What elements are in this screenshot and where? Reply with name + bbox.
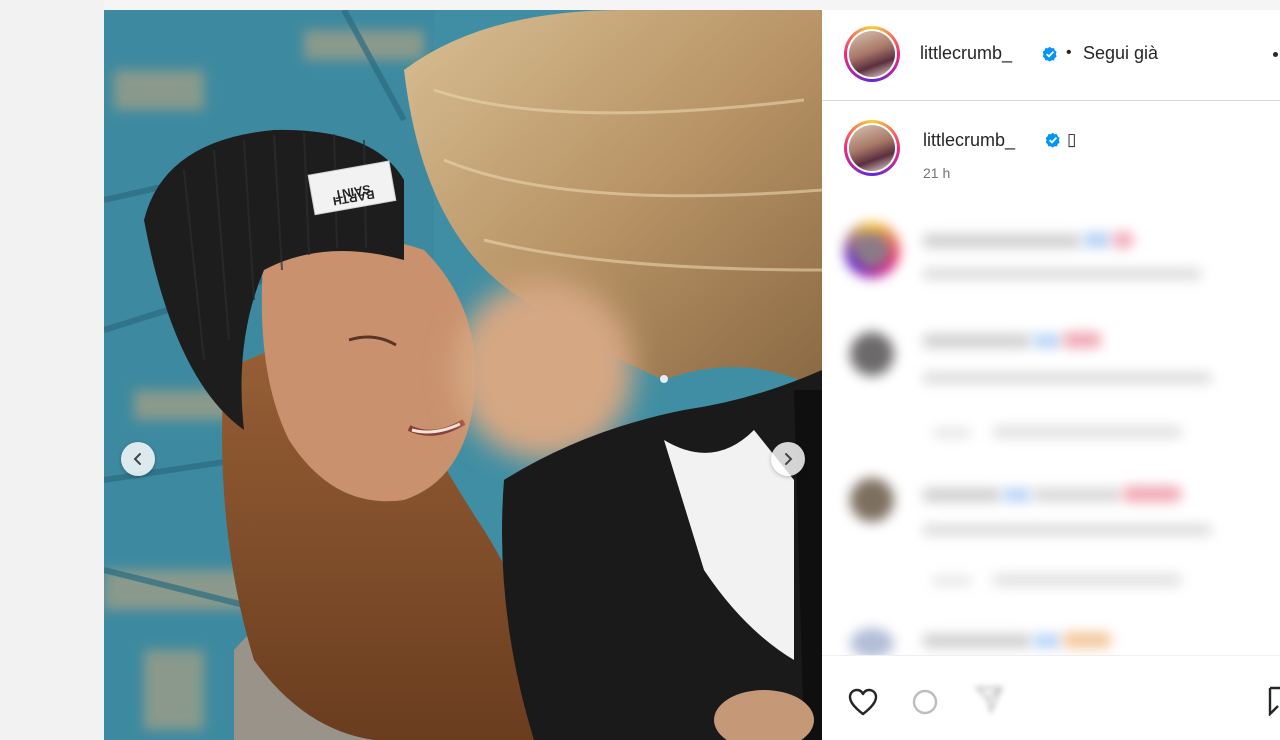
carousel-prev-button[interactable] bbox=[121, 442, 155, 476]
avatar-image bbox=[849, 31, 895, 77]
author-username[interactable]: littlecrumb_ bbox=[920, 43, 1012, 64]
more-options-button[interactable] bbox=[1266, 46, 1280, 66]
caption-avatar[interactable] bbox=[844, 120, 900, 176]
post-actions bbox=[822, 655, 1280, 740]
chevron-right-icon bbox=[785, 453, 793, 465]
post-modal: SAINT BARTH littlecrumb_ • Segui già lit… bbox=[104, 10, 1280, 740]
post-side-panel: littlecrumb_ • Segui già littlecrumb_ ▯ … bbox=[822, 10, 1280, 740]
share-icon[interactable] bbox=[974, 684, 1004, 714]
post-photo: SAINT BARTH bbox=[104, 10, 822, 740]
follow-status-button[interactable]: Segui già bbox=[1083, 43, 1158, 64]
verified-badge-icon bbox=[1045, 132, 1060, 148]
caption-username[interactable]: littlecrumb_ bbox=[923, 130, 1015, 151]
comment-icon[interactable] bbox=[910, 688, 940, 718]
page-backdrop bbox=[0, 0, 104, 740]
bookmark-icon[interactable] bbox=[1268, 686, 1280, 716]
caption-emoji: ▯ bbox=[1067, 130, 1077, 149]
more-options-icon bbox=[1273, 52, 1278, 57]
separator-dot: • bbox=[1066, 44, 1072, 61]
chevron-left-icon bbox=[133, 453, 141, 465]
author-avatar[interactable] bbox=[844, 26, 900, 82]
post-header: littlecrumb_ • Segui già bbox=[822, 10, 1280, 101]
comments-list bbox=[822, 210, 1280, 655]
verified-badge-icon bbox=[1042, 46, 1057, 62]
heart-icon[interactable] bbox=[848, 688, 878, 716]
avatar-image bbox=[849, 125, 895, 171]
carousel-next-button[interactable] bbox=[771, 442, 805, 476]
post-media[interactable]: SAINT BARTH bbox=[104, 10, 822, 740]
post-timestamp[interactable]: 21 h bbox=[923, 165, 950, 181]
